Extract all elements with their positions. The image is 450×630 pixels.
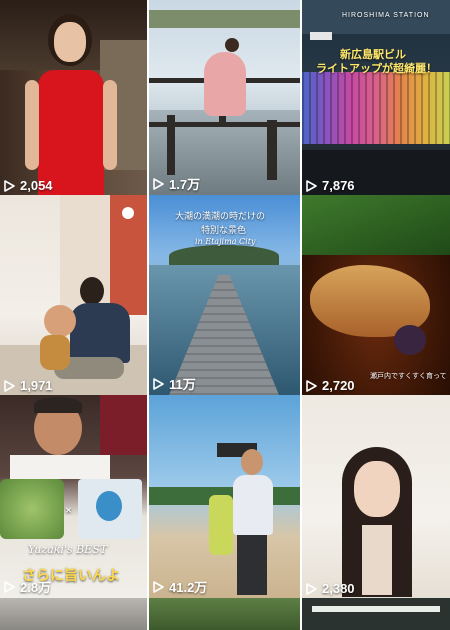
view-count-label: 2,380 <box>322 581 355 596</box>
video-tile[interactable]: 大潮の満潮の時だけの 特別な景色 in Etajima City 11万 <box>149 195 300 395</box>
caption-line-1: 大潮の満潮の時だけの <box>175 212 266 222</box>
video-tile-partial[interactable] <box>0 598 147 630</box>
play-icon <box>306 179 317 192</box>
caption-line-1: Yuzaki's BEST <box>28 543 108 556</box>
video-tile[interactable]: × Yuzaki's BEST さらに旨いんよ 2.8万 <box>0 395 147 598</box>
view-count-label: 7,876 <box>322 178 355 193</box>
video-tile[interactable]: 2,054 <box>0 0 147 195</box>
view-count: 2,720 <box>306 378 355 393</box>
play-icon <box>306 379 317 392</box>
video-tile[interactable]: 瀬戸内ですくすく育って 2,720 <box>302 195 450 395</box>
play-icon <box>306 582 317 595</box>
caption-line-2: ライトアップが超綺麗！ <box>316 63 437 75</box>
view-count: 1.7万 <box>153 174 200 193</box>
view-count: 2,380 <box>306 581 355 596</box>
video-tile-partial[interactable] <box>302 598 450 630</box>
play-icon <box>4 179 15 192</box>
view-count-label: 2,054 <box>20 178 53 193</box>
view-count-label: 1.7万 <box>169 177 201 192</box>
view-count: 2.8万 <box>4 577 51 596</box>
view-count: 1,971 <box>4 378 53 393</box>
caption-line-3: in Etajima City <box>195 237 256 246</box>
station-sign: HIROSHIMA STATION <box>342 12 430 19</box>
view-count-label: 41.2万 <box>169 580 208 595</box>
cross-mark: × <box>65 503 73 517</box>
play-icon <box>153 377 164 390</box>
video-tile[interactable]: 1,971 <box>0 195 147 395</box>
view-count: 41.2万 <box>153 577 207 596</box>
play-icon <box>153 177 164 190</box>
view-count-label: 2,720 <box>322 378 355 393</box>
caption-line-1: 瀬戸内ですくすく育って <box>370 373 447 380</box>
play-icon <box>4 580 15 593</box>
view-count: 2,054 <box>4 178 53 193</box>
caption-line-2: 特別な景色 <box>201 226 247 236</box>
view-count-label: 11万 <box>169 377 196 392</box>
view-count: 11万 <box>153 374 196 393</box>
play-icon <box>153 580 164 593</box>
video-tile[interactable]: 2,380 <box>302 395 450 598</box>
video-grid: 2,054 1.7万 HIROSHIMA STATION 新広島駅ビル ライトア… <box>0 0 450 630</box>
video-tile[interactable]: HIROSHIMA STATION 新広島駅ビル ライトアップが超綺麗！ 7,8… <box>302 0 450 195</box>
view-count-label: 1,971 <box>20 378 53 393</box>
video-tile[interactable]: 1.7万 <box>149 0 300 195</box>
play-icon <box>4 379 15 392</box>
video-tile-partial[interactable] <box>149 598 300 630</box>
video-tile[interactable]: 41.2万 <box>149 395 300 598</box>
view-count-label: 2.8万 <box>20 580 52 595</box>
view-count: 7,876 <box>306 178 355 193</box>
